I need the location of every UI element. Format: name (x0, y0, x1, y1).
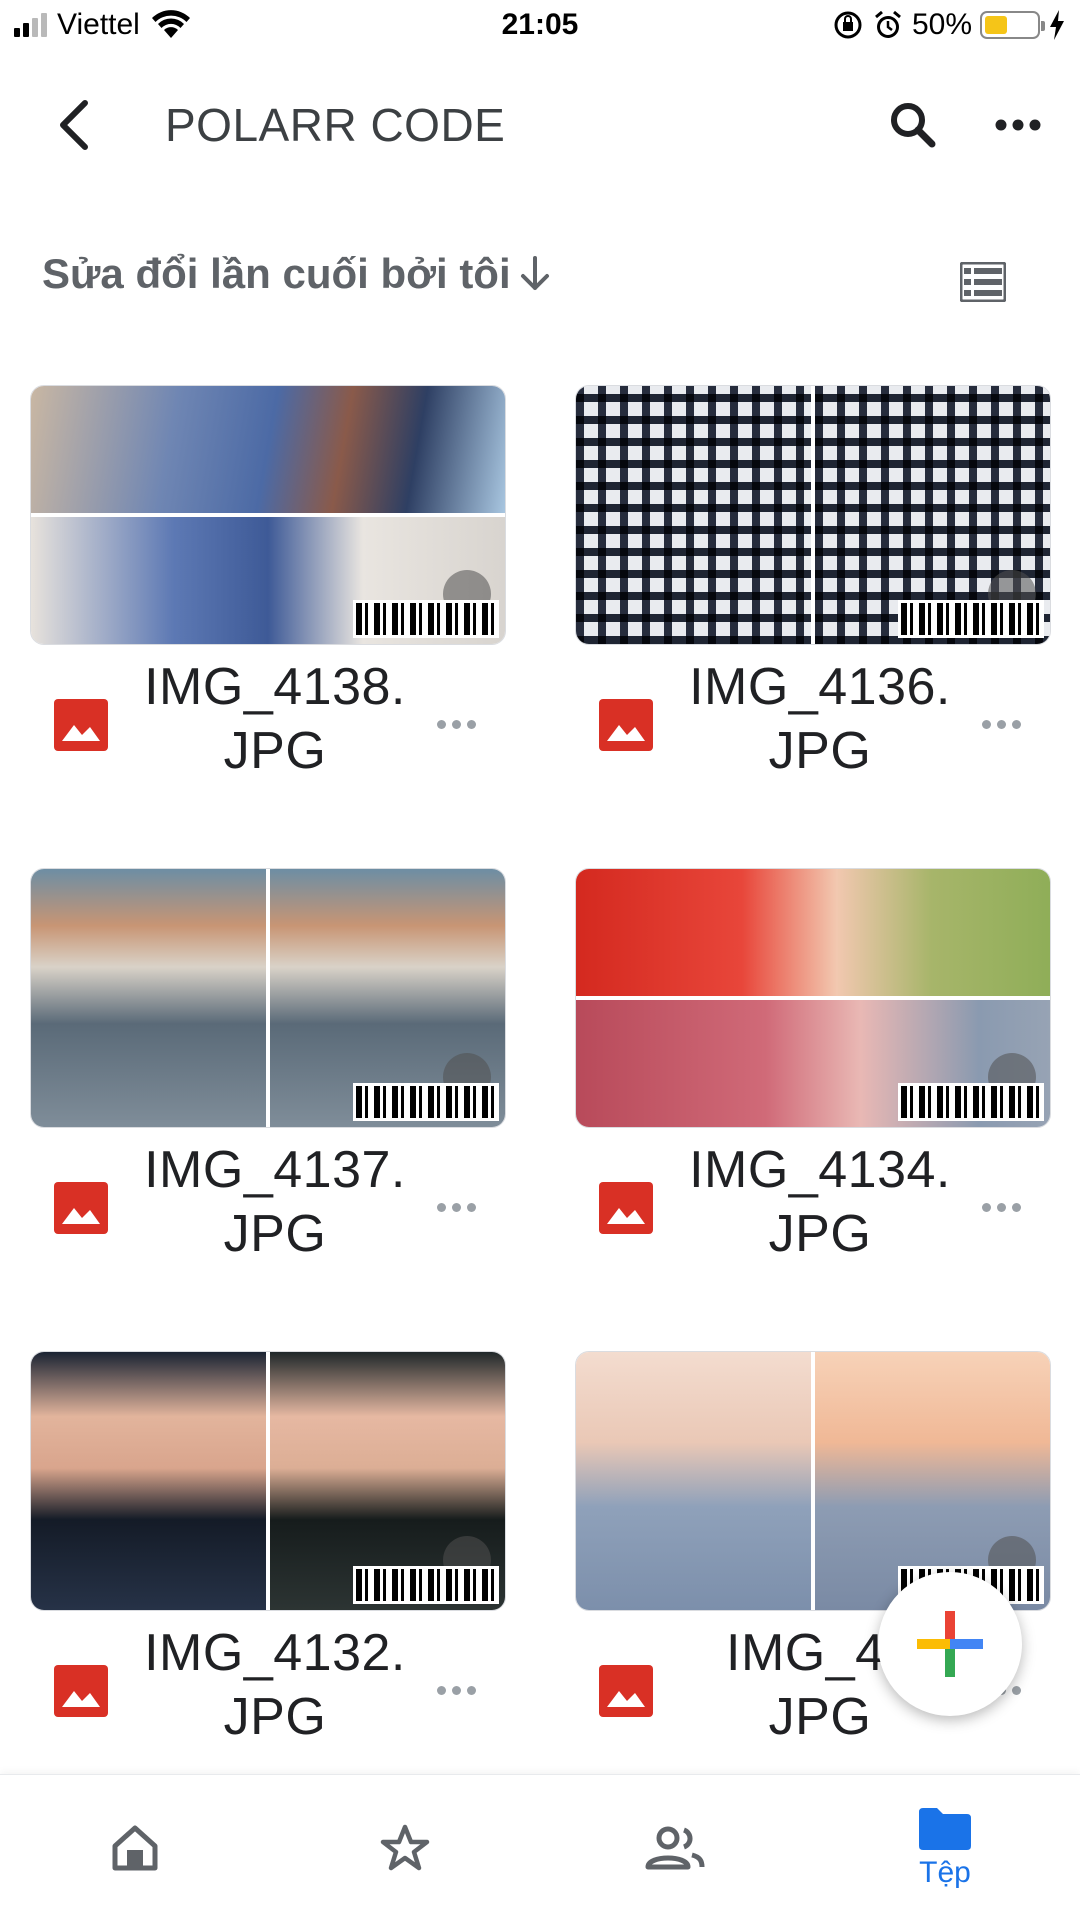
qr-code-image (898, 1083, 1044, 1121)
charging-bolt-icon (1050, 10, 1064, 40)
sort-row: Sửa đổi lần cuối bởi tôi (0, 240, 1080, 320)
status-bar: Viettel 21:05 50% (0, 0, 1080, 54)
qr-code-image (353, 1566, 499, 1604)
file-thumbnail[interactable] (30, 868, 506, 1128)
file-card[interactable]: IMG_4138. JPG (30, 385, 506, 805)
image-file-icon (54, 1182, 108, 1234)
orientation-lock-icon (834, 11, 862, 39)
image-file-icon (599, 699, 653, 751)
file-more-button[interactable] (426, 1665, 486, 1715)
nav-files-label: Tệp (919, 1856, 971, 1889)
arrow-down-icon (520, 256, 549, 290)
file-name: IMG_4138. JPG (144, 658, 406, 780)
file-thumbnail[interactable] (575, 868, 1051, 1128)
nav-home[interactable] (0, 1775, 270, 1920)
more-options-button[interactable] (985, 92, 1051, 158)
file-info-row: IMG_4137. JPG (30, 1138, 506, 1288)
image-file-icon (599, 1665, 653, 1717)
file-more-button[interactable] (426, 1182, 486, 1232)
app-bar: POLARR CODE (0, 70, 1080, 180)
qr-code-image (353, 600, 499, 638)
file-thumbnail[interactable] (30, 1351, 506, 1611)
page-title: POLARR CODE (165, 99, 506, 151)
file-more-button[interactable] (971, 1182, 1031, 1232)
file-thumbnail[interactable] (30, 385, 506, 645)
nav-shared[interactable] (540, 1775, 810, 1920)
sort-button[interactable]: Sửa đổi lần cuối bởi tôi (42, 250, 553, 298)
nav-files[interactable]: Tệp (810, 1775, 1080, 1920)
file-info-row: IMG_4134. JPG (575, 1138, 1051, 1288)
battery-icon (980, 11, 1045, 39)
file-info-row: IMG_4132. JPG (30, 1621, 506, 1771)
back-button[interactable] (40, 92, 106, 158)
file-more-button[interactable] (426, 699, 486, 749)
list-view-toggle[interactable] (955, 254, 1011, 310)
search-button[interactable] (880, 92, 946, 158)
file-more-button[interactable] (971, 699, 1031, 749)
shared-people-icon (645, 1826, 705, 1870)
battery-fill (985, 16, 1007, 34)
file-thumbnail[interactable] (575, 1351, 1051, 1611)
qr-code-image (353, 1083, 499, 1121)
file-card[interactable]: IMG_4136. JPG (575, 385, 1051, 805)
file-name: IMG_4134. JPG (689, 1141, 951, 1263)
file-card[interactable]: IMG_4134. JPG (575, 868, 1051, 1288)
bottom-navigation: Tệp (0, 1774, 1080, 1920)
more-horizontal-icon (995, 119, 1041, 131)
image-file-icon (54, 699, 108, 751)
nav-starred[interactable] (270, 1775, 540, 1920)
image-file-icon (54, 1665, 108, 1717)
chevron-left-icon (60, 100, 88, 150)
file-name: IMG_4136. JPG (689, 658, 951, 780)
search-icon (891, 103, 936, 148)
status-right: 50% (832, 8, 1066, 42)
file-name: IMG_4132. JPG (144, 1624, 406, 1746)
qr-code-image (898, 600, 1044, 638)
home-icon (112, 1825, 158, 1871)
new-button[interactable] (878, 1572, 1022, 1716)
file-info-row: IMG_4138. JPG (30, 655, 506, 805)
file-info-row: IMG_4136. JPG (575, 655, 1051, 805)
list-view-icon (960, 262, 1006, 302)
battery-percent: 50% (911, 8, 972, 41)
plus-icon (917, 1611, 983, 1677)
file-card[interactable]: IMG_4137. JPG (30, 868, 506, 1288)
image-file-icon (599, 1182, 653, 1234)
file-card[interactable]: IMG_4132. JPG (30, 1351, 506, 1771)
folder-icon (919, 1808, 971, 1850)
star-icon (380, 1824, 430, 1871)
alarm-icon (874, 10, 901, 38)
file-thumbnail[interactable] (575, 385, 1051, 645)
file-name: IMG_4137. JPG (144, 1141, 406, 1263)
sort-label: Sửa đổi lần cuối bởi tôi (42, 250, 511, 297)
